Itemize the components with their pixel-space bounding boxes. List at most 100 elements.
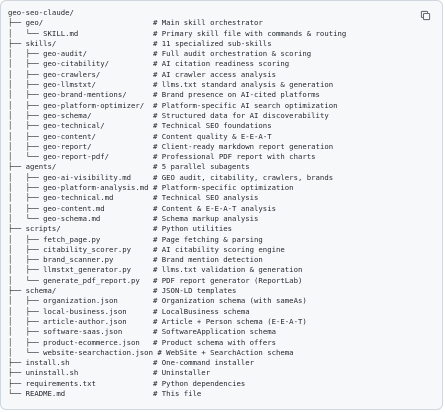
tree-line: │ └── generate_pdf_report.py # PDF repor… (8, 276, 442, 286)
tree-line: │ ├── brand_scanner.py # Brand mention d… (8, 255, 442, 265)
tree-padding (118, 296, 153, 305)
tree-path: │ ├── geo-llmstxt/ (8, 80, 96, 90)
tree-comment: # Python dependencies (153, 378, 246, 388)
tree-padding (144, 101, 153, 110)
tree-path: ├── install.sh (8, 358, 70, 368)
tree-comment: # Brand mention detection (152, 255, 263, 265)
tree-comment: # GEO audit, citability, crawlers, brand… (152, 172, 334, 182)
tree-padding (96, 80, 153, 89)
tree-path: │ └── geo-schema.md (8, 213, 101, 223)
tree-line: │ ├── geo-crawlers/ # AI crawler access … (8, 70, 442, 80)
tree-line: ├── skills/ # 11 specialized sub-skills (8, 39, 442, 49)
tree-path: │ ├── llmstxt_generator.py (8, 265, 132, 275)
tree-line: │ ├── fetch_page.py # Page fetching & pa… (8, 235, 442, 245)
tree-padding (127, 90, 153, 99)
tree-comment: # Content quality & E-E-A-T (153, 131, 272, 141)
tree-comment: # SoftwareApplication schema (153, 327, 277, 337)
tree-line: │ ├── geo-technical/ # Technical SEO fou… (8, 121, 442, 131)
tree-line: │ ├── geo-content/ # Content quality & E… (8, 132, 442, 142)
tree-path: │ ├── fetch_page.py (8, 234, 101, 244)
tree-padding (91, 142, 153, 151)
tree-line: │ ├── geo-ai-visibility.md # GEO audit, … (8, 173, 442, 183)
tree-line: ├── schema/ # JSON-LD templates (8, 286, 442, 296)
tree-padding (100, 70, 153, 79)
tree-line: ├── agents/ # 5 parallel subagents (8, 162, 442, 172)
tree-padding (131, 245, 153, 254)
tree-padding (56, 162, 153, 171)
tree-padding (127, 307, 153, 316)
tree-comment: # Brand presence on AI-cited platforms (152, 90, 320, 100)
tree-comment: # Page fetching & parsing (152, 234, 263, 244)
tree-line: │ └── SKILL.md # Primary skill file with… (8, 29, 442, 39)
tree-comment: # Content & E-E-A-T analysis (152, 203, 276, 213)
tree-line: │ └── geo-schema.md # Schema markup anal… (8, 214, 442, 224)
tree-padding (100, 235, 153, 244)
tree-padding (105, 204, 153, 213)
tree-padding (109, 152, 153, 161)
tree-comment: # One-command installer (153, 358, 255, 368)
tree-padding (105, 121, 153, 130)
tree-comment: # 5 parallel subagents (152, 162, 250, 172)
tree-padding (122, 327, 153, 336)
tree-path: │ ├── geo-platform-optimizer/ (8, 100, 145, 110)
tree-comment: # Article + Person schema (E-E-A-T) (152, 316, 307, 326)
tree-line: ├── uninstall.sh # Uninstaller (8, 368, 442, 378)
tree-line: │ ├── geo-brand-mentions/ # Brand presen… (8, 90, 442, 100)
tree-line: │ ├── local-business.json # LocalBusines… (8, 307, 442, 317)
tree-path: │ ├── article-author.json (8, 316, 127, 326)
tree-line: │ ├── organization.json # Organization s… (8, 296, 442, 306)
tree-line: │ ├── geo-report/ # Client-ready markdow… (8, 142, 442, 152)
tree-padding (91, 111, 153, 120)
tree-padding (56, 39, 153, 48)
tree-comment: # Technical SEO foundations (152, 121, 272, 131)
copy-icon (420, 9, 431, 24)
tree-padding (70, 358, 153, 367)
code-block: geo-seo-claude/├── geo/ # Main skill orc… (0, 0, 443, 410)
tree-comment: # PDF report generator (ReportLab) (152, 275, 303, 285)
tree-comment: # Platform-specific AI search optimizati… (152, 100, 338, 110)
tree-path: │ ├── geo-technical.md (8, 193, 114, 203)
tree-padding (127, 317, 153, 326)
tree-line: │ ├── geo-platform-optimizer/ # Platform… (8, 101, 442, 111)
tree-comment: # WebSite + SearchAction schema (157, 347, 294, 357)
tree-path: │ └── website-searchaction.json (8, 347, 153, 357)
tree-path: │ ├── software-saas.json (8, 327, 123, 337)
tree-line: ├── geo/ # Main skill orchestrator (8, 18, 442, 28)
copy-button[interactable] (416, 7, 434, 25)
tree-line: ├── install.sh # One-command installer (8, 358, 442, 368)
tree-line: geo-seo-claude/ (8, 8, 442, 18)
tree-path: ├── uninstall.sh (8, 368, 79, 378)
tree-line: │ ├── geo-citability/ # AI citation read… (8, 59, 442, 69)
tree-comment: # Primary skill file with commands & rou… (152, 28, 347, 38)
tree-line: │ ├── citability_scorer.py # AI citabili… (8, 245, 442, 255)
tree-comment: # Organization schema (with sameAs) (152, 296, 307, 306)
tree-padding (109, 59, 153, 68)
tree-path: │ ├── geo-content.md (8, 203, 105, 213)
tree-path: │ ├── geo-citability/ (8, 59, 110, 69)
tree-line: │ ├── geo-llmstxt/ # llms.txt standard a… (8, 80, 442, 90)
tree-comment: # JSON-LD templates (152, 286, 237, 296)
tree-path: │ ├── geo-technical/ (8, 121, 105, 131)
tree-line: │ ├── software-saas.json # SoftwareAppli… (8, 327, 442, 337)
tree-path: │ └── geo-report-pdf/ (8, 152, 110, 162)
tree-path: │ ├── geo-crawlers/ (8, 69, 101, 79)
tree-comment: # Main skill orchestrator (152, 18, 263, 28)
tree-comment: # 11 specialized sub-skills (152, 38, 272, 48)
tree-path: │ ├── geo-report/ (8, 141, 92, 151)
tree-padding (131, 265, 153, 274)
tree-path: ├── requirements.txt (8, 378, 96, 388)
tree-path: │ ├── product-ecommerce.json (8, 337, 140, 347)
tree-comment: # Schema markup analysis (152, 213, 259, 223)
tree-line: │ ├── geo-technical.md # Technical SEO a… (8, 193, 442, 203)
tree-path: ├── geo/ (8, 18, 44, 28)
tree-comment: # llms.txt validation & generation (152, 265, 303, 275)
tree-path: │ └── generate_pdf_report.py (8, 275, 140, 285)
tree-comment: # Platform-specific optimization (153, 183, 294, 193)
tree-comment: # llms.txt standard analysis & generatio… (153, 80, 334, 90)
tree-padding (140, 338, 153, 347)
tree-line: │ └── website-searchaction.json # WebSit… (8, 348, 442, 358)
tree-padding (78, 368, 153, 377)
tree-padding (100, 214, 153, 223)
tree-line: │ ├── geo-schema/ # Structured data for … (8, 111, 442, 121)
tree-line: │ ├── article-author.json # Article + Pe… (8, 317, 442, 327)
